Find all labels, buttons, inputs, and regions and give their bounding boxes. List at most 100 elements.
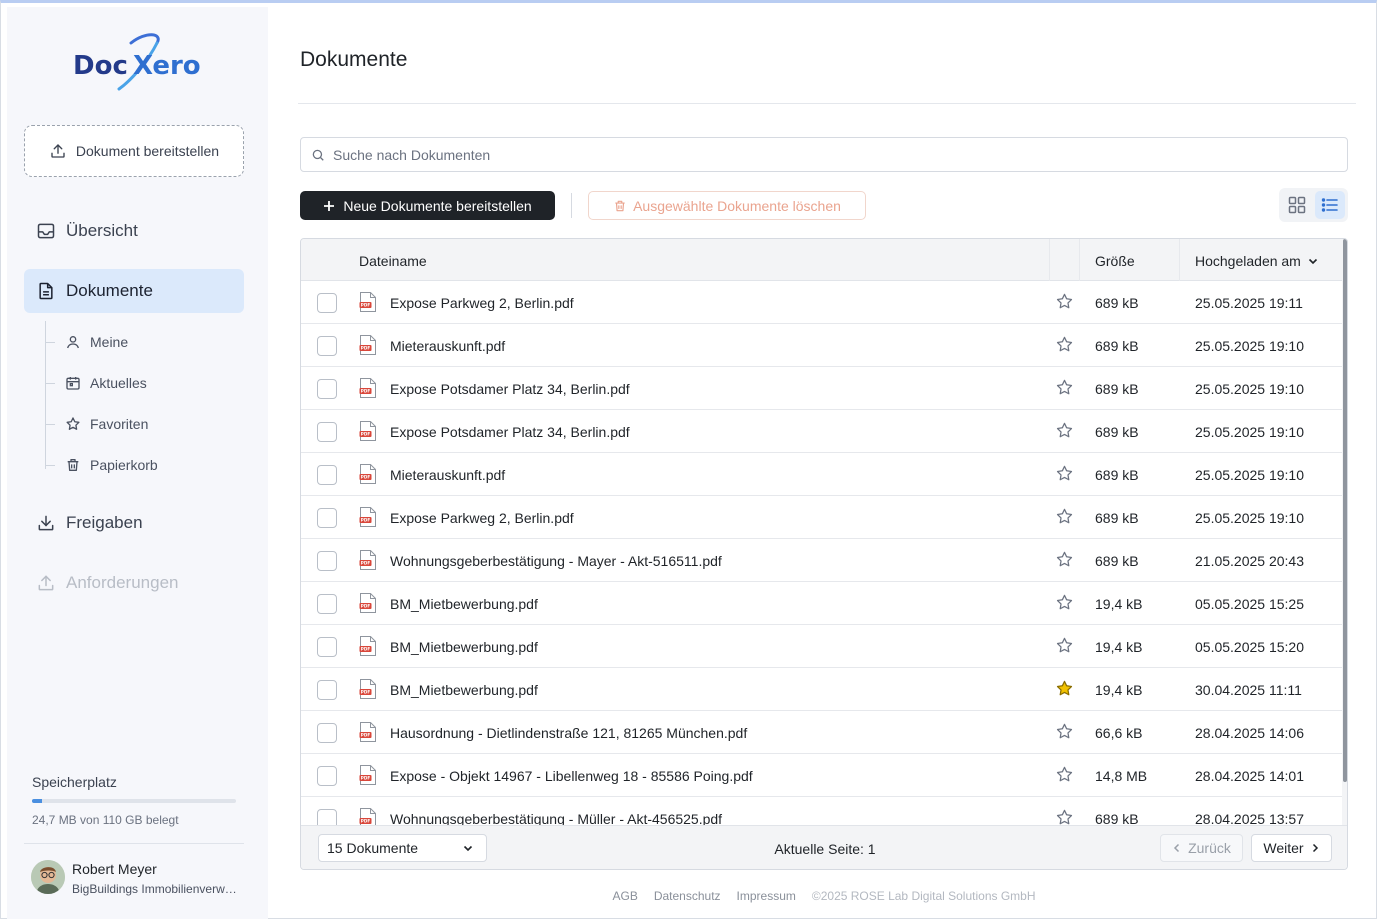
row-checkbox[interactable]	[317, 293, 337, 313]
subnav-tick	[45, 424, 55, 425]
file-size: 66,6 kB	[1095, 725, 1143, 741]
table-row[interactable]: PDF Expose Potsdamer Platz 34, Berlin.pdf…	[301, 410, 1342, 453]
upload-date: 25.05.2025 19:10	[1195, 338, 1304, 354]
file-name[interactable]: Wohnungsgeberbestätigung - Müller - Akt-…	[390, 811, 722, 825]
file-name[interactable]: Expose Potsdamer Platz 34, Berlin.pdf	[390, 424, 630, 440]
table-row[interactable]: PDF Mieterauskunft.pdf 689 kB 25.05.2025 19…	[301, 453, 1342, 496]
row-checkbox[interactable]	[317, 379, 337, 399]
row-checkbox[interactable]	[317, 465, 337, 485]
page-size-select[interactable]: 15 Dokumente	[318, 834, 487, 862]
favorite-star-icon[interactable]	[1055, 679, 1074, 698]
favorite-star-icon[interactable]	[1055, 378, 1074, 397]
favorite-star-icon[interactable]	[1055, 335, 1074, 354]
table-row[interactable]: PDF Wohnungsgeberbestätigung - Müller - A…	[301, 797, 1342, 825]
row-checkbox[interactable]	[317, 723, 337, 743]
file-name[interactable]: Expose - Objekt 14967 - Libellenweg 18 -…	[390, 768, 753, 784]
pdf-file-icon: PDF	[359, 550, 376, 570]
row-checkbox[interactable]	[317, 551, 337, 571]
file-name[interactable]: Hausordnung - Dietlindenstraße 121, 8126…	[390, 725, 747, 741]
row-checkbox[interactable]	[317, 680, 337, 700]
subnav-recent[interactable]: Aktuelles	[65, 368, 147, 398]
delete-selected-button[interactable]: Ausgewählte Dokumente löschen	[588, 191, 866, 220]
row-checkbox[interactable]	[317, 766, 337, 786]
docxero-logo[interactable]: Doc Xero	[71, 29, 201, 99]
footer-link-agb[interactable]: AGB	[612, 889, 637, 903]
previous-page-button[interactable]: Zurück	[1160, 834, 1243, 862]
row-checkbox[interactable]	[317, 637, 337, 657]
chevron-left-icon	[1174, 843, 1180, 853]
chevron-down-icon	[463, 845, 473, 852]
file-name[interactable]: Expose Parkweg 2, Berlin.pdf	[390, 510, 574, 526]
favorite-star-icon[interactable]	[1055, 765, 1074, 784]
favorite-star-icon[interactable]	[1055, 550, 1074, 569]
nav-requests-label: Anforderungen	[66, 573, 179, 592]
table-row[interactable]: PDF Expose Potsdamer Platz 34, Berlin.pdf…	[301, 367, 1342, 410]
subnav-tick	[45, 383, 55, 384]
file-size: 689 kB	[1095, 510, 1139, 526]
table-row[interactable]: PDF Hausordnung - Dietlindenstraße 121, 8…	[301, 711, 1342, 754]
file-name[interactable]: Expose Potsdamer Platz 34, Berlin.pdf	[390, 381, 630, 397]
file-name[interactable]: BM_Mietbewerbung.pdf	[390, 639, 538, 655]
table-row[interactable]: PDF Wohnungsgeberbestätigung - Mayer - Ak…	[301, 539, 1342, 582]
table-row[interactable]: PDF Mieterauskunft.pdf 689 kB 25.05.2025 19…	[301, 324, 1342, 367]
file-name[interactable]: BM_Mietbewerbung.pdf	[390, 596, 538, 612]
new-documents-button[interactable]: Neue Dokumente bereitstellen	[300, 191, 555, 220]
footer-link-imprint[interactable]: Impressum	[737, 889, 796, 903]
header-filename[interactable]: Dateiname	[359, 253, 427, 269]
row-checkbox[interactable]	[317, 422, 337, 442]
svg-text:PDF: PDF	[361, 432, 371, 437]
row-checkbox[interactable]	[317, 594, 337, 614]
table-row[interactable]: PDF Expose Parkweg 2, Berlin.pdf 689 kB 25.…	[301, 281, 1342, 324]
pdf-file-icon: PDF	[359, 507, 376, 527]
favorite-star-icon[interactable]	[1055, 421, 1074, 440]
row-checkbox[interactable]	[317, 336, 337, 356]
favorite-star-icon[interactable]	[1055, 808, 1074, 825]
file-name[interactable]: Mieterauskunft.pdf	[390, 338, 505, 354]
favorite-star-icon[interactable]	[1055, 722, 1074, 741]
header-upload-date[interactable]: Hochgeladen am	[1195, 253, 1319, 269]
row-checkbox[interactable]	[317, 508, 337, 528]
row-checkbox[interactable]	[317, 809, 337, 825]
storage-usage-text: 24,7 MB von 110 GB belegt	[32, 813, 179, 827]
nav-requests[interactable]: Anforderungen	[24, 561, 244, 605]
subnav-tick	[45, 342, 55, 343]
list-icon	[1321, 198, 1338, 212]
subnav-favorites[interactable]: Favoriten	[65, 409, 148, 439]
file-name[interactable]: Wohnungsgeberbestätigung - Mayer - Akt-5…	[390, 553, 722, 569]
table-row[interactable]: PDF BM_Mietbewerbung.pdf 19,4 kB 05.05.2025…	[301, 625, 1342, 668]
subnav-mine[interactable]: Meine	[65, 327, 128, 357]
nav-overview[interactable]: Übersicht	[24, 209, 244, 253]
table-row[interactable]: PDF BM_Mietbewerbung.pdf 19,4 kB 30.04.2025…	[301, 668, 1342, 711]
file-name[interactable]: BM_Mietbewerbung.pdf	[390, 682, 538, 698]
list-view-button[interactable]	[1315, 191, 1345, 219]
file-name[interactable]: Mieterauskunft.pdf	[390, 467, 505, 483]
nav-shares[interactable]: Freigaben	[24, 501, 244, 545]
pdf-file-icon: PDF	[359, 679, 376, 699]
upload-document-button[interactable]: Dokument bereitstellen	[24, 125, 244, 177]
next-page-button[interactable]: Weiter	[1251, 834, 1332, 862]
file-name[interactable]: Expose Parkweg 2, Berlin.pdf	[390, 295, 574, 311]
pdf-file-icon: PDF	[359, 636, 376, 656]
footer-link-privacy[interactable]: Datenschutz	[654, 889, 721, 903]
table-row[interactable]: PDF Expose Parkweg 2, Berlin.pdf 689 kB 25.…	[301, 496, 1342, 539]
favorite-star-icon[interactable]	[1055, 636, 1074, 655]
svg-text:PDF: PDF	[361, 389, 371, 394]
new-documents-label: Neue Dokumente bereitstellen	[343, 197, 532, 214]
page-size-value: 15 Dokumente	[327, 840, 419, 856]
favorite-star-icon[interactable]	[1055, 292, 1074, 311]
nav-documents[interactable]: Dokumente	[24, 269, 244, 313]
avatar[interactable]	[31, 860, 65, 894]
table-row[interactable]: PDF Expose - Objekt 14967 - Libellenweg 1…	[301, 754, 1342, 797]
table-scrollbar[interactable]	[1342, 239, 1347, 825]
table-header: Dateiname Größe Hochgeladen am	[301, 239, 1342, 281]
favorite-star-icon[interactable]	[1055, 507, 1074, 526]
subnav-trash[interactable]: Papierkorb	[65, 450, 158, 480]
plus-icon	[324, 200, 335, 211]
scrollbar-thumb[interactable]	[1343, 239, 1347, 782]
favorite-star-icon[interactable]	[1055, 464, 1074, 483]
header-size[interactable]: Größe	[1095, 253, 1135, 269]
grid-view-button[interactable]	[1282, 191, 1312, 219]
table-row[interactable]: PDF BM_Mietbewerbung.pdf 19,4 kB 05.05.2025…	[301, 582, 1342, 625]
favorite-star-icon[interactable]	[1055, 593, 1074, 612]
search-input[interactable]	[333, 146, 1333, 163]
